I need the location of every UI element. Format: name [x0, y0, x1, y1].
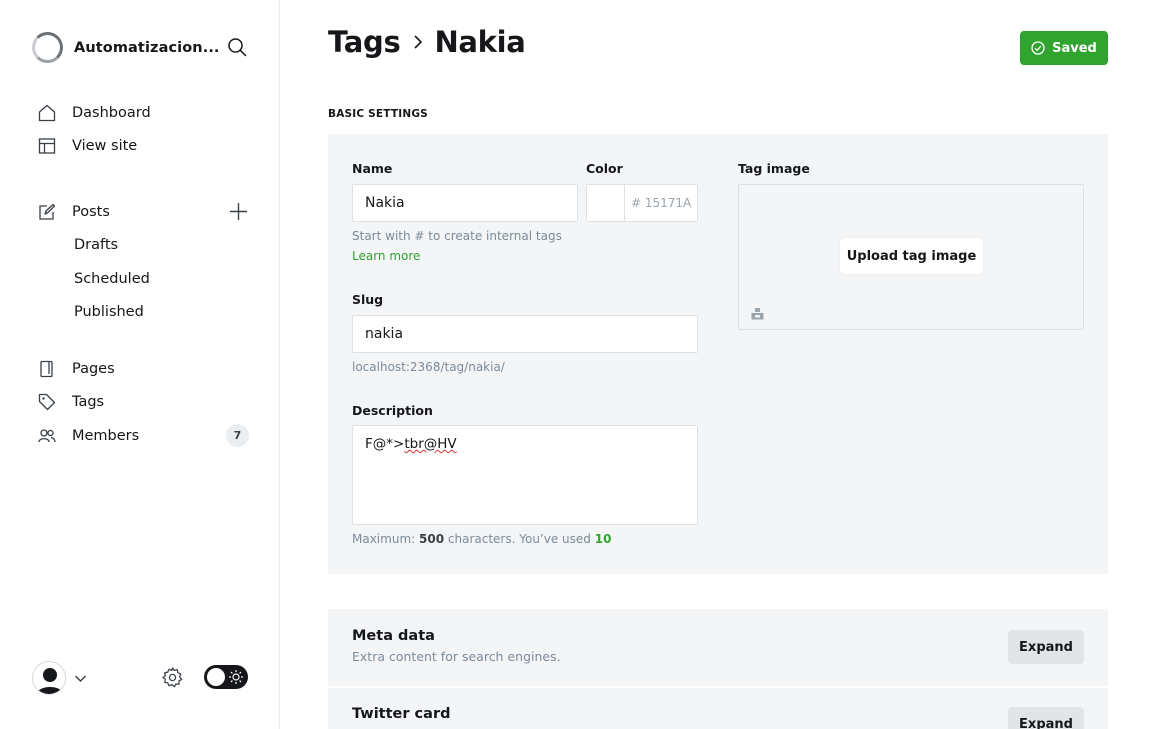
char-count-max: 500	[419, 532, 445, 546]
nav-published[interactable]: Published	[38, 296, 150, 330]
char-count-mid: characters. You’ve used	[447, 532, 591, 546]
name-hint: Start with # to create internal tags	[352, 229, 562, 243]
slug-label: Slug	[352, 292, 384, 307]
basic-settings-panel: Name Nakia Start with # to create intern…	[328, 134, 1108, 574]
nav-scheduled[interactable]: Scheduled	[38, 262, 150, 296]
description-text: F@*>	[365, 436, 405, 452]
name-input[interactable]: Nakia	[352, 184, 578, 222]
color-swatch[interactable]	[586, 184, 624, 222]
dark-mode-toggle[interactable]	[204, 665, 248, 689]
members-count-badge: 7	[226, 424, 249, 447]
twitter-card-title: Twitter card	[352, 706, 451, 722]
basic-settings-heading: BASIC SETTINGS	[328, 108, 428, 120]
search-icon[interactable]	[227, 37, 247, 57]
description-textarea[interactable]: F@*>tbr@HV	[352, 425, 698, 525]
check-circle-icon	[1031, 41, 1045, 55]
nav-view-site[interactable]: View site	[38, 130, 151, 164]
tag-image-dropzone[interactable]: Upload tag image	[738, 184, 1084, 330]
gear-icon[interactable]	[161, 666, 184, 689]
slug-url-preview: localhost:2368/tag/nakia/	[352, 360, 505, 374]
tag-icon	[38, 393, 56, 411]
toggle-knob	[207, 668, 225, 686]
add-post-icon[interactable]	[229, 202, 248, 221]
color-hex-input[interactable]: # 15171A	[624, 184, 698, 222]
page-icon	[38, 360, 56, 378]
home-icon	[38, 104, 56, 122]
site-brand[interactable]: Automatizacion...	[32, 32, 220, 63]
unsplash-icon[interactable]	[751, 305, 764, 320]
site-logo-icon	[32, 32, 63, 63]
twitter-card-expand-button[interactable]: Expand	[1008, 707, 1084, 729]
nav-pages-label: Pages	[72, 360, 115, 377]
nav-dashboard[interactable]: Dashboard	[38, 96, 151, 130]
nav-posts-label: Posts	[72, 203, 110, 220]
learn-more-link[interactable]: Learn more	[352, 249, 420, 263]
breadcrumb-current: Nakia	[434, 25, 526, 59]
site-name: Automatizacion...	[74, 39, 220, 56]
tag-image-label: Tag image	[738, 161, 810, 176]
meta-data-card: Meta data Extra content for search engin…	[328, 609, 1108, 686]
nav-members[interactable]: Members	[38, 419, 139, 453]
nav-tags-label: Tags	[72, 394, 105, 411]
layout-icon	[38, 137, 56, 155]
twitter-card-card: Twitter card Expand	[328, 688, 1108, 729]
nav-drafts[interactable]: Drafts	[38, 229, 150, 263]
breadcrumb-tags-link[interactable]: Tags	[328, 25, 401, 59]
nav-pages[interactable]: Pages	[38, 352, 139, 386]
nav-posts[interactable]: Posts	[38, 195, 150, 229]
description-label: Description	[352, 403, 433, 418]
description-misspelled-text: tbr@HV	[404, 436, 457, 452]
page-title: Tags Nakia	[328, 25, 526, 59]
nav-members-label: Members	[72, 427, 140, 444]
primary-nav: Dashboard View site	[38, 96, 151, 163]
sun-icon	[228, 669, 244, 685]
chevron-right-icon	[412, 34, 424, 50]
chevron-down-icon[interactable]	[74, 670, 87, 683]
posts-nav: Posts Drafts Scheduled Published	[38, 195, 150, 329]
saved-button[interactable]: Saved	[1020, 31, 1108, 65]
slug-input[interactable]: nakia	[352, 315, 698, 353]
nav-tags[interactable]: Tags	[38, 386, 139, 420]
upload-tag-image-button[interactable]: Upload tag image	[840, 238, 983, 274]
meta-data-title: Meta data	[352, 628, 435, 644]
edit-icon	[38, 203, 56, 221]
meta-data-expand-button[interactable]: Expand	[1008, 630, 1084, 664]
secondary-nav: Pages Tags Members	[38, 352, 139, 453]
meta-data-subtitle: Extra content for search engines.	[352, 649, 561, 664]
name-label: Name	[352, 161, 393, 176]
nav-dashboard-label: Dashboard	[72, 104, 151, 121]
description-char-count: Maximum: 500 characters. You’ve used 10	[352, 532, 611, 546]
sidebar: Automatizacion... Dashboard View site Po…	[0, 0, 280, 729]
char-count-used: 10	[594, 532, 612, 546]
color-label: Color	[586, 161, 623, 176]
saved-label: Saved	[1052, 40, 1097, 56]
char-count-prefix: Maximum:	[352, 532, 416, 546]
user-avatar[interactable]	[32, 661, 66, 695]
members-icon	[38, 427, 56, 445]
nav-view-site-label: View site	[72, 138, 138, 155]
